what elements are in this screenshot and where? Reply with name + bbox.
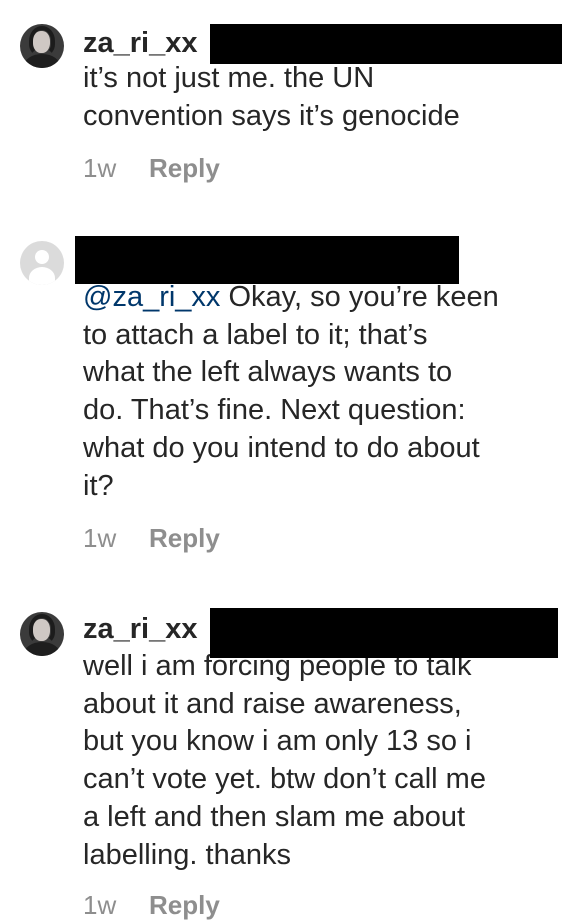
comment-meta: 1w Reply — [83, 153, 220, 183]
comment-timestamp: 1w — [83, 523, 117, 553]
comment-timestamp: 1w — [83, 890, 117, 920]
reply-button[interactable]: Reply — [149, 153, 220, 183]
comment-text: it’s not just me. the UN convention says… — [83, 62, 460, 132]
comment-username[interactable]: za_ri_xx — [83, 26, 198, 60]
comment-text: @za_ri_xx Okay, so you’re keen to attach… — [83, 281, 499, 502]
reply-button[interactable]: Reply — [149, 523, 220, 553]
mention-link[interactable]: @za_ri_xx — [83, 281, 220, 313]
avatar[interactable] — [20, 612, 64, 656]
comment-username[interactable]: za_ri_xx — [83, 612, 198, 646]
redaction-bar — [75, 236, 459, 284]
comment-meta: 1w Reply — [83, 890, 220, 920]
avatar[interactable] — [20, 241, 64, 285]
avatar[interactable] — [20, 24, 64, 68]
redaction-bar — [210, 608, 558, 658]
comment-text: well i am forcing people to talk about i… — [83, 650, 486, 871]
reply-button[interactable]: Reply — [149, 890, 220, 920]
comment-timestamp: 1w — [83, 153, 117, 183]
redaction-bar — [210, 24, 562, 64]
comment-meta: 1w Reply — [83, 523, 220, 553]
